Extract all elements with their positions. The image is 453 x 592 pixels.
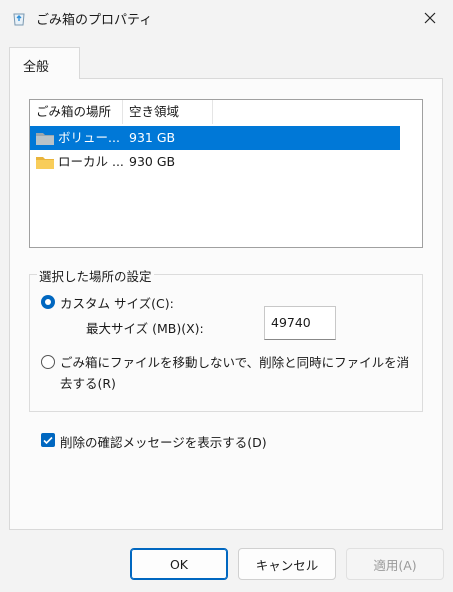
no-move-label-line1[interactable]: ごみ箱にファイルを移動しないで、削除と同時にファイルを消 <box>60 352 409 371</box>
confirm-delete-label[interactable]: 削除の確認メッセージを表示する(D) <box>60 432 267 451</box>
window-title: ごみ箱のプロパティ <box>36 13 153 28</box>
location-list[interactable]: ごみ箱の場所 空き領域 ボリュー... 931 GB ローカル ... 930 … <box>29 99 423 248</box>
folder-gray-icon <box>36 133 54 145</box>
cancel-button[interactable]: キャンセル <box>238 548 336 580</box>
row-name: ボリュー... <box>58 130 120 145</box>
folder-yellow-icon <box>36 157 54 169</box>
column-header-location[interactable]: ごみ箱の場所 <box>30 100 123 124</box>
apply-button[interactable]: 適用(A) <box>346 548 444 580</box>
confirm-delete-checkbox[interactable] <box>41 433 55 447</box>
tab-general[interactable]: 全般 <box>9 47 80 79</box>
recycle-bin-icon <box>13 13 25 26</box>
close-button[interactable] <box>407 0 453 36</box>
settings-group-title: 選択した場所の設定 <box>37 266 154 285</box>
close-icon <box>424 12 436 24</box>
custom-size-label[interactable]: カスタム サイズ(C): <box>60 293 174 312</box>
title-bar: ごみ箱のプロパティ <box>0 0 453 36</box>
column-header-free-space[interactable]: 空き領域 <box>123 100 213 124</box>
checkmark-icon <box>43 436 53 445</box>
max-size-label: 最大サイズ (MB)(X): <box>86 321 204 336</box>
list-row-local[interactable]: ローカル ... 930 GB <box>30 150 400 174</box>
row-free-space: 931 GB <box>129 130 176 145</box>
custom-size-radio[interactable] <box>41 295 55 309</box>
list-row-volume[interactable]: ボリュー... 931 GB <box>30 126 400 150</box>
no-move-label-line2[interactable]: 去する(R) <box>60 373 116 392</box>
max-size-input[interactable]: 49740 <box>264 306 336 340</box>
row-name: ローカル ... <box>58 154 124 169</box>
no-move-radio[interactable] <box>41 355 55 369</box>
row-free-space: 930 GB <box>129 154 176 169</box>
tab-general-label: 全般 <box>23 60 50 75</box>
ok-button[interactable]: OK <box>130 548 228 580</box>
list-header: ごみ箱の場所 空き領域 <box>30 100 422 126</box>
